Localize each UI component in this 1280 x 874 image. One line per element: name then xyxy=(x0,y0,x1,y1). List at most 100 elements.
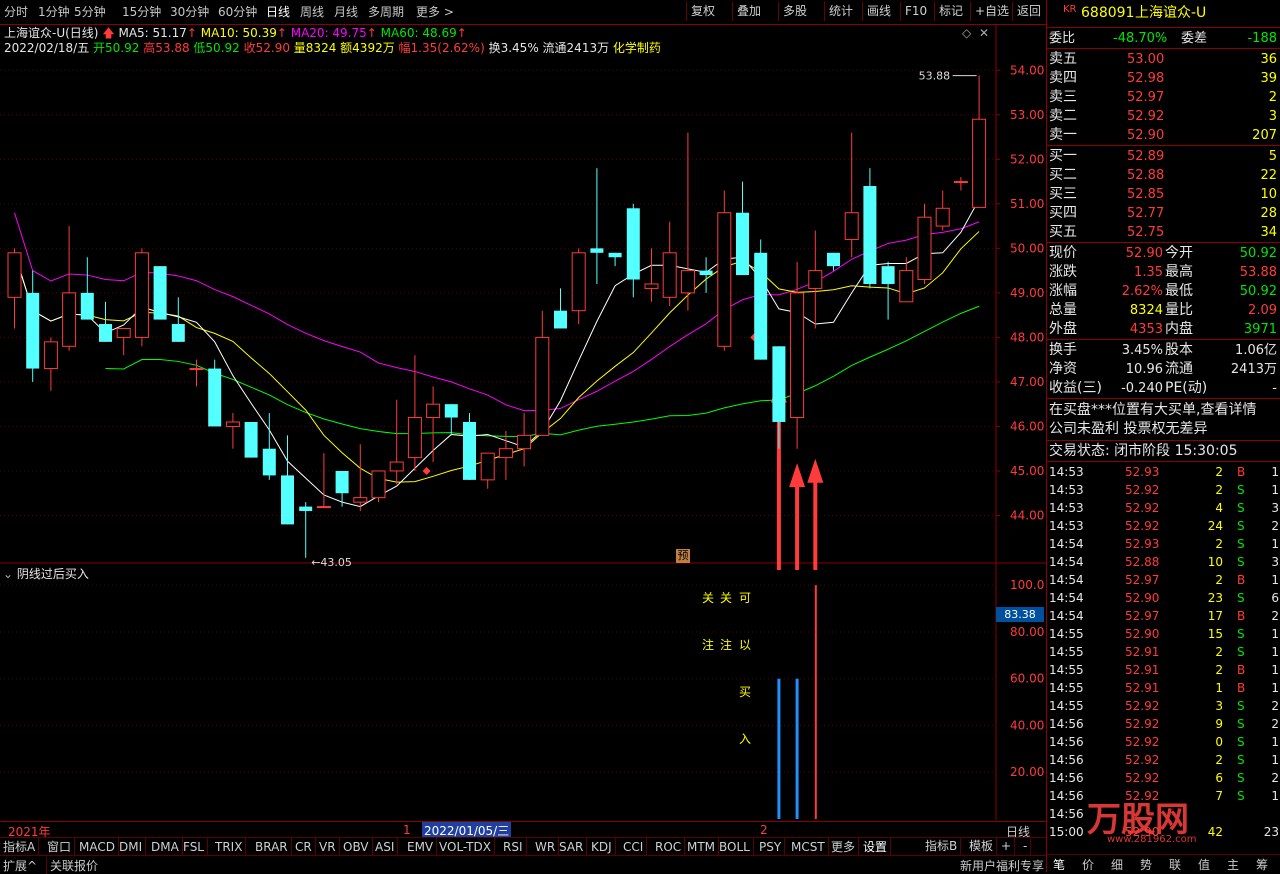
panel-tab-7[interactable]: 筹 xyxy=(1256,856,1268,873)
candle-body[interactable] xyxy=(225,421,240,427)
candle-body[interactable] xyxy=(498,448,513,459)
indicator-tab-0[interactable]: 指标A xyxy=(0,838,40,856)
candle-body[interactable] xyxy=(680,270,695,294)
candle-body[interactable] xyxy=(554,310,567,329)
indicator-tab-16[interactable]: SAR xyxy=(556,838,588,856)
notice-big-order[interactable]: 在买盘***位置有大买单,查看详情 xyxy=(1049,401,1280,420)
indicator-tab-14[interactable]: RSI xyxy=(500,838,527,856)
ask-row-1[interactable]: 卖四 52.98 39 xyxy=(1047,69,1280,88)
candle-body[interactable] xyxy=(171,324,185,342)
candle-body[interactable] xyxy=(972,118,987,208)
candle-body[interactable] xyxy=(371,470,386,499)
candle-body[interactable] xyxy=(535,336,550,436)
indicator-tab-17[interactable]: KDJ xyxy=(588,838,616,856)
candle-body[interactable] xyxy=(99,324,112,342)
candle-body[interactable] xyxy=(626,208,640,280)
indicator-right-tab-1[interactable]: 模板 xyxy=(966,837,998,855)
candle-body[interactable] xyxy=(808,270,823,289)
candle-body[interactable] xyxy=(644,283,659,289)
kline-chart[interactable]: 53.88 ←43.05 54.00 53.00 52.00 51.00 50.00 49.… xyxy=(0,0,1046,872)
candle-body[interactable] xyxy=(407,417,422,459)
candle-body[interactable] xyxy=(299,506,313,512)
candle-body[interactable] xyxy=(790,292,805,419)
panel-tab-5[interactable]: 值 xyxy=(1198,856,1210,873)
candle-body[interactable] xyxy=(953,181,968,184)
indicator-tab-22[interactable]: PSY xyxy=(756,838,786,856)
candle-body[interactable] xyxy=(444,404,458,418)
indicator-tab-11[interactable]: ASI xyxy=(372,838,399,856)
panel-tab-1[interactable]: 价 xyxy=(1082,856,1094,873)
indicator-tab-10[interactable]: OBV xyxy=(340,838,373,856)
candle-body[interactable] xyxy=(316,506,331,509)
candle-body[interactable] xyxy=(662,252,677,298)
candle-body[interactable] xyxy=(134,252,149,338)
bid-row-1[interactable]: 买二 52.88 22 xyxy=(1047,166,1280,185)
indicator-tab-6[interactable]: TRIX xyxy=(212,838,247,856)
indicator-tab-1[interactable]: 窗口 xyxy=(44,838,76,856)
candle-body[interactable] xyxy=(262,448,276,476)
indicator-tab-19[interactable]: ROC xyxy=(652,838,686,856)
notice-company[interactable]: 公司未盈利 投票权无差异 xyxy=(1049,420,1280,439)
forecast-badge[interactable]: 预 xyxy=(676,549,690,563)
candle-body[interactable] xyxy=(426,403,441,419)
candle-body[interactable] xyxy=(754,252,768,360)
candle-body[interactable] xyxy=(699,270,713,276)
candle-body[interactable] xyxy=(353,497,368,503)
candle-body[interactable] xyxy=(389,461,404,472)
candle-body[interactable] xyxy=(208,368,222,427)
indicator-tab-2[interactable]: MACD xyxy=(76,838,119,856)
indicator-tab-3[interactable]: DMI xyxy=(116,838,147,856)
indicator-tab-12[interactable]: EMV xyxy=(404,838,438,856)
candle-body[interactable] xyxy=(517,434,532,450)
bid-row-4[interactable]: 买五 52.75 34 xyxy=(1047,223,1280,242)
candle-body[interactable] xyxy=(717,212,732,347)
indicator-tab-5[interactable]: FSL xyxy=(180,838,208,856)
panel-tab-3[interactable]: 势 xyxy=(1140,856,1152,873)
candle-body[interactable] xyxy=(43,341,58,370)
indicator-tab-20[interactable]: MTM xyxy=(684,838,720,856)
candle-body[interactable] xyxy=(244,421,258,458)
indicator-tab-9[interactable]: VR xyxy=(316,838,340,856)
indicator-tab-8[interactable]: CR xyxy=(292,838,316,856)
candle-body[interactable] xyxy=(62,292,77,347)
candle-body[interactable] xyxy=(281,475,294,525)
ask-row-0[interactable]: 卖五 53.00 36 xyxy=(1047,50,1280,69)
collapse-icon[interactable]: ⌄ xyxy=(3,567,13,581)
candle-body[interactable] xyxy=(335,470,349,494)
bid-row-3[interactable]: 买四 52.77 28 xyxy=(1047,204,1280,223)
indicator-tab-24[interactable]: 更多 xyxy=(828,838,860,856)
indicator-tab-25[interactable]: 设置 xyxy=(860,838,892,856)
candle-body[interactable] xyxy=(827,252,840,267)
candle-body[interactable] xyxy=(571,252,586,312)
candle-body[interactable] xyxy=(80,292,94,320)
candle-body[interactable] xyxy=(7,252,22,298)
indicator-tab-4[interactable]: DMA xyxy=(148,838,183,856)
candle-body[interactable] xyxy=(463,421,476,480)
candle-body[interactable] xyxy=(608,252,622,258)
candle-body[interactable] xyxy=(844,212,859,240)
bid-row-2[interactable]: 买三 52.85 10 xyxy=(1047,185,1280,204)
linked-quote-button[interactable]: 关联报价 xyxy=(46,857,98,874)
ask-row-3[interactable]: 卖二 52.92 3 xyxy=(1047,107,1280,126)
promo-link[interactable]: 新用户福利专享 xyxy=(960,857,1044,874)
candle-body[interactable] xyxy=(26,292,40,369)
indicator-tab-23[interactable]: MCST xyxy=(788,838,829,856)
panel-tab-0[interactable]: 笔 xyxy=(1053,856,1065,873)
indicator-right-tab-0[interactable]: 指标B xyxy=(922,837,962,855)
panel-tab-2[interactable]: 细 xyxy=(1111,856,1123,873)
indicator-tab-13[interactable]: VOL-TDX xyxy=(436,838,495,856)
indicator-tab-7[interactable]: BRAR xyxy=(252,838,292,856)
bid-row-0[interactable]: 买一 52.89 5 xyxy=(1047,147,1280,166)
extend-button[interactable]: 扩展^ xyxy=(3,857,37,874)
candle-body[interactable] xyxy=(772,346,786,422)
candle-body[interactable] xyxy=(935,207,950,227)
candle-body[interactable] xyxy=(153,266,167,320)
panel-tab-6[interactable]: 主 xyxy=(1227,856,1239,873)
ask-row-4[interactable]: 卖一 52.90 207 xyxy=(1047,126,1280,145)
candle-body[interactable] xyxy=(881,266,895,284)
candle-body[interactable] xyxy=(736,212,749,276)
candle-body[interactable] xyxy=(917,216,932,281)
indicator-right-tab-2[interactable]: + xyxy=(998,837,1016,855)
panel-tab-4[interactable]: 联 xyxy=(1169,856,1181,873)
ask-row-2[interactable]: 卖三 52.97 2 xyxy=(1047,88,1280,107)
